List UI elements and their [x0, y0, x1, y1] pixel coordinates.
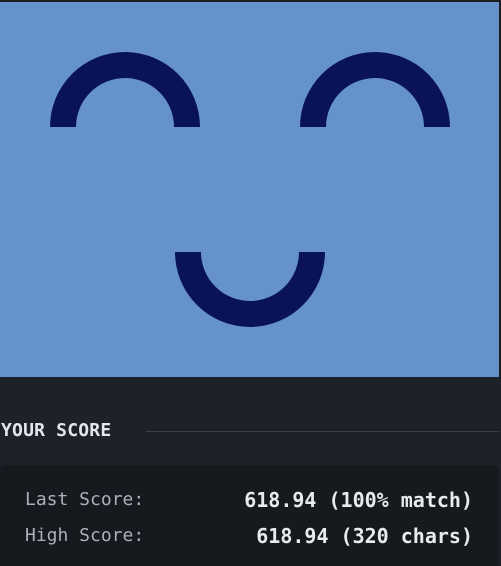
last-score-value: 618.94 (100% match)	[244, 488, 473, 512]
section-title: YOUR SCORE	[1, 420, 112, 441]
app-root: YOUR SCORE Last Score: 618.94 (100% matc…	[0, 0, 501, 566]
last-score-label: Last Score:	[25, 489, 145, 510]
target-canvas	[0, 2, 499, 377]
score-card: Last Score: 618.94 (100% match) High Sco…	[0, 465, 499, 566]
score-section-header: YOUR SCORE	[0, 419, 501, 443]
high-score-value: 618.94 (320 chars)	[256, 524, 473, 548]
last-score-row: Last Score: 618.94 (100% match)	[0, 487, 499, 513]
section-divider	[146, 431, 499, 432]
score-panel: YOUR SCORE Last Score: 618.94 (100% matc…	[0, 377, 501, 566]
high-score-row: High Score: 618.94 (320 chars)	[0, 523, 499, 549]
high-score-label: High Score:	[25, 525, 145, 546]
